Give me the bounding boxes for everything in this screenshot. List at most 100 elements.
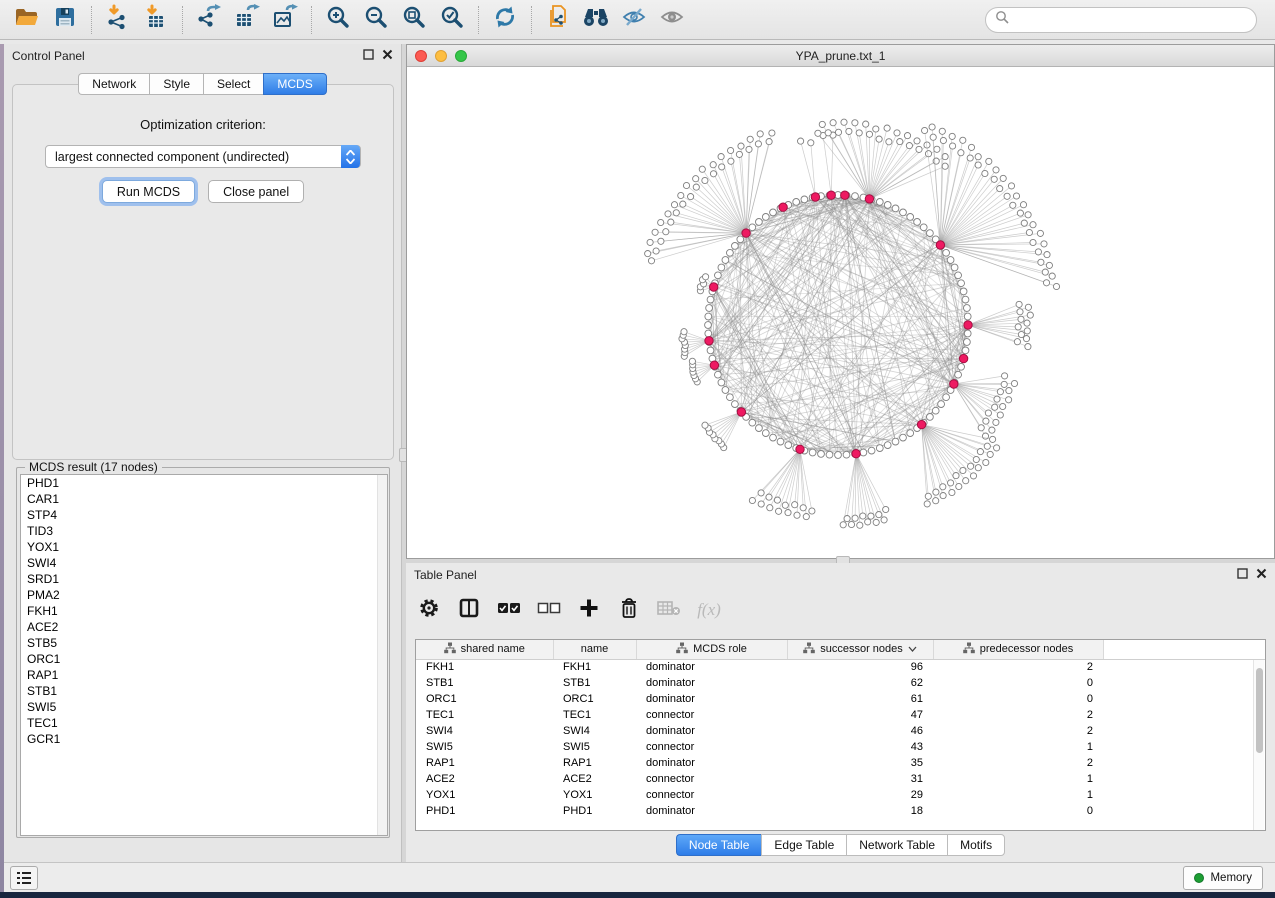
delete-row-button[interactable]: [616, 597, 642, 623]
zoom-in-button[interactable]: [319, 4, 357, 36]
mcds-result-item[interactable]: PHD1: [21, 475, 387, 491]
mcds-result-item[interactable]: YOX1: [21, 539, 387, 555]
zoom-selected-button[interactable]: [433, 4, 471, 36]
table-cell: 2: [933, 707, 1103, 723]
table-cell: dominator: [636, 659, 787, 675]
mcds-result-item[interactable]: CAR1: [21, 491, 387, 507]
column-type-icon: [803, 642, 815, 657]
maximize-window-icon[interactable]: [455, 50, 467, 62]
mcds-result-item[interactable]: ACE2: [21, 619, 387, 635]
search-input[interactable]: [1010, 10, 1256, 30]
close-window-icon[interactable]: [415, 50, 427, 62]
search-box: [985, 7, 1257, 33]
hide-selected-button[interactable]: [615, 4, 653, 36]
select-all-button[interactable]: [496, 597, 522, 623]
table-cell: dominator: [636, 803, 787, 819]
import-network-button[interactable]: [99, 4, 137, 36]
table-toolbar: f(x): [416, 591, 722, 629]
optimization-dropdown[interactable]: largest connected component (undirected): [45, 145, 361, 168]
table-row[interactable]: ACE2ACE2connector311: [416, 771, 1265, 787]
table-row[interactable]: SWI4SWI4dominator462: [416, 723, 1265, 739]
import-table-button[interactable]: [137, 4, 175, 36]
toolbar-separator: [91, 6, 92, 34]
tab-select[interactable]: Select: [203, 73, 263, 95]
tab-network-table[interactable]: Network Table: [846, 834, 947, 856]
table-cell: TEC1: [553, 707, 636, 723]
network-canvas[interactable]: [407, 67, 1274, 558]
export-table-button[interactable]: [228, 4, 266, 36]
gear-icon: [418, 597, 440, 624]
main-toolbar: [0, 0, 1275, 40]
tab-network[interactable]: Network: [78, 73, 149, 95]
table-cell-empty: [1103, 803, 1265, 819]
table-cell: SWI5: [416, 739, 553, 755]
table-scroll-thumb[interactable]: [1256, 668, 1263, 753]
network-canvas-svg[interactable]: [407, 67, 1274, 558]
zoom-fit-button[interactable]: [395, 4, 433, 36]
mcds-result-item[interactable]: SWI5: [21, 699, 387, 715]
deselect-all-button[interactable]: [536, 597, 562, 623]
column-header-successor-nodes[interactable]: successor nodes: [787, 640, 933, 659]
mcds-result-item[interactable]: SWI4: [21, 555, 387, 571]
table-row[interactable]: SWI5SWI5connector431: [416, 739, 1265, 755]
mcds-list-scrollbar[interactable]: [377, 475, 387, 835]
table-cell: 43: [787, 739, 933, 755]
find-neighbors-button[interactable]: [577, 4, 615, 36]
table-row[interactable]: ORC1ORC1dominator610: [416, 691, 1265, 707]
mcds-result-item[interactable]: RAP1: [21, 667, 387, 683]
mcds-result-item[interactable]: TID3: [21, 523, 387, 539]
mcds-result-item[interactable]: ORC1: [21, 651, 387, 667]
table-row[interactable]: STB1STB1dominator620: [416, 675, 1265, 691]
network-titlebar[interactable]: YPA_prune.txt_1: [407, 45, 1274, 67]
table-cell: 0: [933, 675, 1103, 691]
tab-style[interactable]: Style: [149, 73, 203, 95]
mcds-result-item[interactable]: PMA2: [21, 587, 387, 603]
close-panel-icon[interactable]: [382, 49, 393, 63]
float-panel-icon[interactable]: [363, 49, 374, 63]
table-cell: YOX1: [553, 787, 636, 803]
show-columns-button[interactable]: [456, 597, 482, 623]
close-panel-icon[interactable]: [1256, 568, 1267, 582]
show-all-button[interactable]: [653, 4, 691, 36]
column-header-name[interactable]: name: [553, 640, 636, 659]
close-panel-button[interactable]: Close panel: [208, 180, 304, 203]
mcds-result-item[interactable]: STB1: [21, 683, 387, 699]
tab-motifs[interactable]: Motifs: [947, 834, 1005, 856]
open-session-button[interactable]: [8, 4, 46, 36]
memory-button[interactable]: Memory: [1183, 866, 1263, 890]
save-session-button[interactable]: [46, 4, 84, 36]
minimize-window-icon[interactable]: [435, 50, 447, 62]
tab-edge-table[interactable]: Edge Table: [761, 834, 846, 856]
clone-network-button[interactable]: [539, 4, 577, 36]
zoom-out-icon: [363, 4, 389, 35]
mcds-result-item[interactable]: GCR1: [21, 731, 387, 747]
table-cell: RAP1: [553, 755, 636, 771]
task-history-button[interactable]: [10, 866, 38, 890]
export-network-button[interactable]: [190, 4, 228, 36]
table-row[interactable]: FKH1FKH1dominator962: [416, 659, 1265, 675]
table-options-button[interactable]: [416, 597, 442, 623]
refresh-button[interactable]: [486, 4, 524, 36]
mcds-result-item[interactable]: SRD1: [21, 571, 387, 587]
table-scrollbar[interactable]: [1253, 660, 1264, 830]
column-header-MCDS-role[interactable]: MCDS role: [636, 640, 787, 659]
mcds-result-item[interactable]: STP4: [21, 507, 387, 523]
table-row[interactable]: TEC1TEC1connector472: [416, 707, 1265, 723]
mcds-result-item[interactable]: FKH1: [21, 603, 387, 619]
mcds-result-item[interactable]: TEC1: [21, 715, 387, 731]
trash-icon: [619, 597, 639, 624]
zoom-out-button[interactable]: [357, 4, 395, 36]
add-row-button[interactable]: [576, 597, 602, 623]
table-row[interactable]: YOX1YOX1connector291: [416, 787, 1265, 803]
float-panel-icon[interactable]: [1237, 568, 1248, 582]
tab-node-table[interactable]: Node Table: [676, 834, 762, 856]
tab-mcds[interactable]: MCDS: [263, 73, 326, 95]
table-row[interactable]: PHD1PHD1dominator180: [416, 803, 1265, 819]
open-folder-icon: [14, 5, 40, 34]
table-row[interactable]: RAP1RAP1dominator352: [416, 755, 1265, 771]
column-header-shared-name[interactable]: shared name: [416, 640, 553, 659]
column-header-predecessor-nodes[interactable]: predecessor nodes: [933, 640, 1103, 659]
mcds-result-item[interactable]: STB5: [21, 635, 387, 651]
run-mcds-button[interactable]: Run MCDS: [102, 180, 195, 203]
export-image-button[interactable]: [266, 4, 304, 36]
